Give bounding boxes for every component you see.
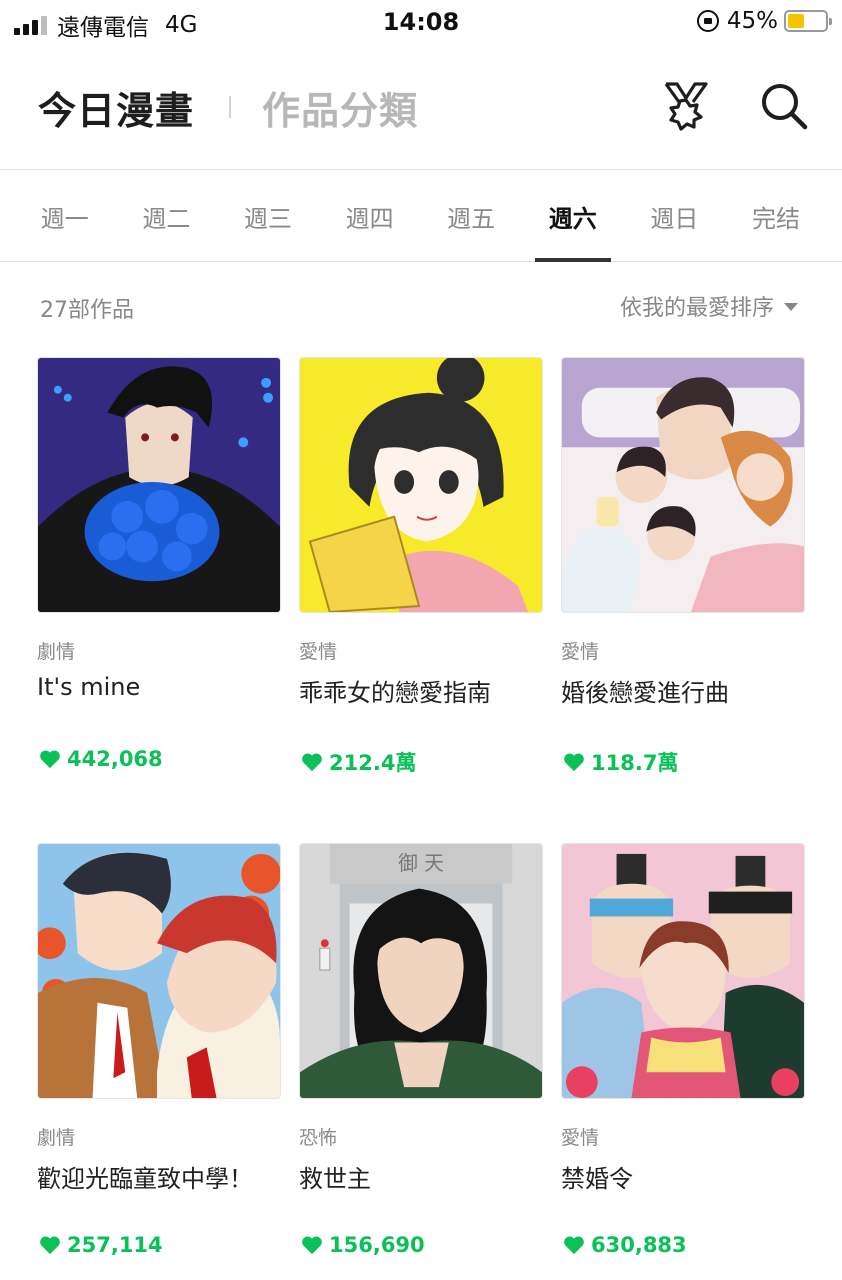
app-header: 今日漫畫 作品分類	[0, 44, 842, 170]
comic-title: 乖乖女的戀愛指南	[299, 679, 491, 707]
comic-likes: 212.4萬	[301, 747, 416, 777]
tab-sunday[interactable]: 週日	[624, 171, 726, 261]
sign-text: 御 天	[398, 852, 444, 875]
comic-title: It's mine	[37, 673, 141, 701]
likes-count: 442,068	[67, 747, 163, 771]
comic-cover	[561, 843, 805, 1099]
comic-genre: 恐怖	[299, 1127, 338, 1149]
comic-card[interactable]: 愛情 禁婚令 630,883	[561, 843, 805, 1257]
comic-likes: 257,114	[39, 1233, 163, 1257]
comic-cover: 御 天	[299, 843, 543, 1099]
heart-icon	[302, 1236, 322, 1255]
comic-card[interactable]: 御 天 恐怖 救世主 156,690	[299, 843, 543, 1257]
comic-title: 歡迎光臨童致中學！	[37, 1165, 253, 1193]
likes-count: 156,690	[329, 1233, 425, 1257]
comic-cover	[561, 357, 805, 613]
tab-tuesday[interactable]: 週二	[116, 171, 218, 261]
weekday-tabs: 週一 週二 週三 週四 週五 週六 週日 完结	[0, 171, 842, 262]
comic-title: 禁婚令	[561, 1165, 633, 1193]
header-divider	[229, 96, 231, 118]
comic-card[interactable]: 愛情 乖乖女的戀愛指南 212.4萬	[299, 357, 543, 775]
comic-cover	[37, 357, 281, 613]
tab-completed[interactable]: 完结	[725, 171, 827, 261]
comic-genre: 愛情	[561, 641, 600, 663]
heart-icon	[40, 1236, 60, 1255]
likes-count: 630,883	[591, 1233, 687, 1257]
tab-wednesday[interactable]: 週三	[217, 171, 319, 261]
comic-genre: 劇情	[37, 1127, 76, 1149]
comic-cover	[299, 357, 543, 613]
sort-label: 依我的最愛排序	[619, 296, 774, 321]
comic-card[interactable]: 愛情 婚後戀愛進行曲 118.7萬	[561, 357, 805, 775]
tab-saturday[interactable]: 週六	[522, 171, 624, 262]
caret-down-icon	[784, 303, 798, 311]
tab-thursday[interactable]: 週四	[319, 171, 421, 261]
tab-monday[interactable]: 週一	[14, 171, 116, 261]
work-count: 27部作品	[40, 298, 134, 323]
comic-cover	[37, 843, 281, 1099]
rotation-lock-icon	[696, 10, 719, 32]
comic-genre: 愛情	[299, 641, 338, 663]
comic-card[interactable]: 劇情 It's mine 442,068	[37, 357, 281, 771]
battery-percentage: 45%	[726, 8, 778, 34]
comic-genre: 愛情	[561, 1127, 600, 1149]
comic-likes: 156,690	[301, 1233, 425, 1257]
medal-icon[interactable]	[660, 80, 712, 132]
tab-friday[interactable]: 週五	[420, 171, 522, 261]
likes-count: 212.4萬	[329, 751, 417, 775]
battery-icon	[784, 10, 832, 32]
sort-dropdown[interactable]: 依我的最愛排序	[620, 290, 798, 322]
comic-likes: 118.7萬	[563, 747, 678, 777]
comic-title: 救世主	[299, 1165, 371, 1193]
comic-title: 婚後戀愛進行曲	[561, 679, 729, 707]
battery-fill	[788, 14, 805, 28]
comic-likes: 442,068	[39, 747, 163, 771]
search-icon[interactable]	[758, 80, 810, 132]
status-right: 45%	[696, 8, 832, 34]
heart-icon	[302, 753, 322, 772]
heart-icon	[564, 1236, 584, 1255]
comic-card[interactable]: 劇情 歡迎光臨童致中學！ 257,114	[37, 843, 281, 1257]
comic-genre: 劇情	[37, 641, 76, 663]
tab-today-comics[interactable]: 今日漫畫	[38, 80, 194, 135]
heart-icon	[40, 750, 60, 769]
comic-likes: 630,883	[563, 1233, 687, 1257]
likes-count: 257,114	[67, 1233, 163, 1257]
status-bar: 遠傳電信 4G 14:08 45%	[0, 0, 842, 44]
heart-icon	[564, 753, 584, 772]
likes-count: 118.7萬	[591, 751, 679, 775]
tab-categories[interactable]: 作品分類	[262, 80, 418, 135]
